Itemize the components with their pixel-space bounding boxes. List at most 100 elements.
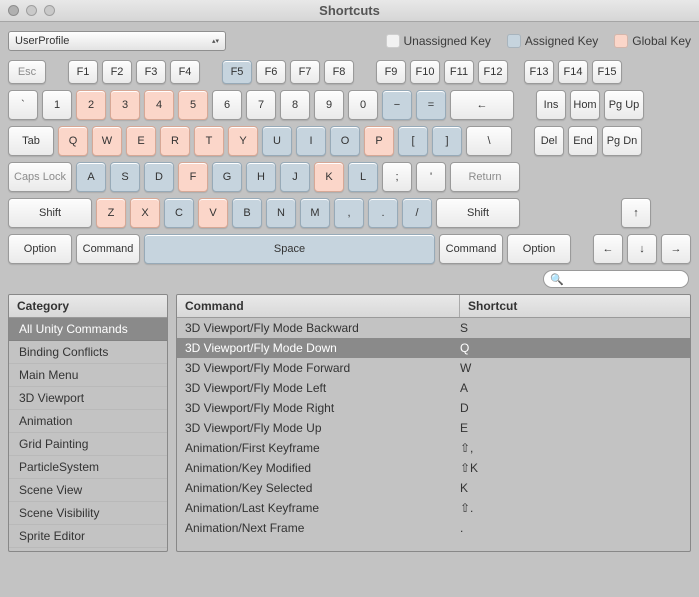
command-row[interactable]: Animation/First Keyframe⇧,	[177, 438, 690, 458]
key-left[interactable]: ←	[593, 234, 623, 264]
key-f11[interactable]: F11	[444, 60, 474, 84]
key-right[interactable]: →	[661, 234, 691, 264]
key-3[interactable]: 3	[110, 90, 140, 120]
key-capslock[interactable]: Caps Lock	[8, 162, 72, 192]
key-f7[interactable]: F7	[290, 60, 320, 84]
key-f5[interactable]: F5	[222, 60, 252, 84]
command-row[interactable]: Animation/Key SelectedK	[177, 478, 690, 498]
profile-dropdown[interactable]: UserProfile ▴▾	[8, 31, 226, 51]
key-f4[interactable]: F4	[170, 60, 200, 84]
key-lbracket[interactable]: [	[398, 126, 428, 156]
key-6[interactable]: 6	[212, 90, 242, 120]
key-f6[interactable]: F6	[256, 60, 286, 84]
key-del[interactable]: Del	[534, 126, 564, 156]
key-period[interactable]: .	[368, 198, 398, 228]
command-row[interactable]: 3D Viewport/Fly Mode UpE	[177, 418, 690, 438]
key-z[interactable]: Z	[96, 198, 126, 228]
key-right-option[interactable]: Option	[507, 234, 571, 264]
category-row[interactable]: All Unity Commands	[9, 318, 167, 341]
key-down[interactable]: ↓	[627, 234, 657, 264]
key-0[interactable]: 0	[348, 90, 378, 120]
command-list[interactable]: 3D Viewport/Fly Mode BackwardS3D Viewpor…	[177, 318, 690, 551]
key-7[interactable]: 7	[246, 90, 276, 120]
key-d[interactable]: D	[144, 162, 174, 192]
key-2[interactable]: 2	[76, 90, 106, 120]
key-o[interactable]: O	[330, 126, 360, 156]
key-right-command[interactable]: Command	[439, 234, 503, 264]
key-f15[interactable]: F15	[592, 60, 622, 84]
key-comma[interactable]: ,	[334, 198, 364, 228]
key-h[interactable]: H	[246, 162, 276, 192]
key-return[interactable]: Return	[450, 162, 520, 192]
key-f[interactable]: F	[178, 162, 208, 192]
key-f8[interactable]: F8	[324, 60, 354, 84]
category-row[interactable]: Animation	[9, 410, 167, 433]
key-left-option[interactable]: Option	[8, 234, 72, 264]
key-home[interactable]: Hom	[570, 90, 600, 120]
command-row[interactable]: Animation/Key Modified⇧K	[177, 458, 690, 478]
key-a[interactable]: A	[76, 162, 106, 192]
key-semicolon[interactable]: ;	[382, 162, 412, 192]
command-row[interactable]: 3D Viewport/Fly Mode ForwardW	[177, 358, 690, 378]
command-row[interactable]: 3D Viewport/Fly Mode DownQ	[177, 338, 690, 358]
key-minus[interactable]: −	[382, 90, 412, 120]
key-x[interactable]: X	[130, 198, 160, 228]
key-1[interactable]: 1	[42, 90, 72, 120]
key-f2[interactable]: F2	[102, 60, 132, 84]
key-space[interactable]: Space	[144, 234, 435, 264]
command-row[interactable]: 3D Viewport/Fly Mode BackwardS	[177, 318, 690, 338]
key-5[interactable]: 5	[178, 90, 208, 120]
key-backslash[interactable]: \	[466, 126, 512, 156]
key-left-shift[interactable]: Shift	[8, 198, 92, 228]
key-pgdn[interactable]: Pg Dn	[602, 126, 642, 156]
category-list[interactable]: All Unity CommandsBinding ConflictsMain …	[9, 318, 167, 551]
key-e[interactable]: E	[126, 126, 156, 156]
key-4[interactable]: 4	[144, 90, 174, 120]
category-row[interactable]: Binding Conflicts	[9, 341, 167, 364]
key-ins[interactable]: Ins	[536, 90, 566, 120]
key-b[interactable]: B	[232, 198, 262, 228]
key-c[interactable]: C	[164, 198, 194, 228]
category-row[interactable]: Scene View	[9, 479, 167, 502]
category-row[interactable]: ParticleSystem	[9, 456, 167, 479]
category-row[interactable]: Main Menu	[9, 364, 167, 387]
key-f10[interactable]: F10	[410, 60, 440, 84]
key-k[interactable]: K	[314, 162, 344, 192]
key-apostrophe[interactable]: '	[416, 162, 446, 192]
key-f1[interactable]: F1	[68, 60, 98, 84]
key-slash[interactable]: /	[402, 198, 432, 228]
key-m[interactable]: M	[300, 198, 330, 228]
command-row[interactable]: Animation/Last Keyframe⇧.	[177, 498, 690, 518]
key-f14[interactable]: F14	[558, 60, 588, 84]
key-f9[interactable]: F9	[376, 60, 406, 84]
key-f12[interactable]: F12	[478, 60, 508, 84]
search-input[interactable]: 🔍	[543, 270, 689, 288]
key-v[interactable]: V	[198, 198, 228, 228]
key-n[interactable]: N	[266, 198, 296, 228]
key-right-shift[interactable]: Shift	[436, 198, 520, 228]
category-row[interactable]: Grid Painting	[9, 433, 167, 456]
key-j[interactable]: J	[280, 162, 310, 192]
key-pgup[interactable]: Pg Up	[604, 90, 644, 120]
key-u[interactable]: U	[262, 126, 292, 156]
key-up[interactable]: ↑	[621, 198, 651, 228]
key-left-command[interactable]: Command	[76, 234, 140, 264]
key-esc[interactable]: Esc	[8, 60, 46, 84]
key-backspace[interactable]: ←	[450, 90, 514, 120]
key-backtick[interactable]: `	[8, 90, 38, 120]
key-f13[interactable]: F13	[524, 60, 554, 84]
key-f3[interactable]: F3	[136, 60, 166, 84]
key-8[interactable]: 8	[280, 90, 310, 120]
key-g[interactable]: G	[212, 162, 242, 192]
key-i[interactable]: I	[296, 126, 326, 156]
category-row[interactable]: Sprite Editor	[9, 525, 167, 548]
command-row[interactable]: Animation/Next Frame.	[177, 518, 690, 538]
key-w[interactable]: W	[92, 126, 122, 156]
key-end[interactable]: End	[568, 126, 598, 156]
key-s[interactable]: S	[110, 162, 140, 192]
command-row[interactable]: 3D Viewport/Fly Mode LeftA	[177, 378, 690, 398]
key-y[interactable]: Y	[228, 126, 258, 156]
category-row[interactable]: 3D Viewport	[9, 387, 167, 410]
category-row[interactable]: Stage	[9, 548, 167, 551]
key-tab[interactable]: Tab	[8, 126, 54, 156]
